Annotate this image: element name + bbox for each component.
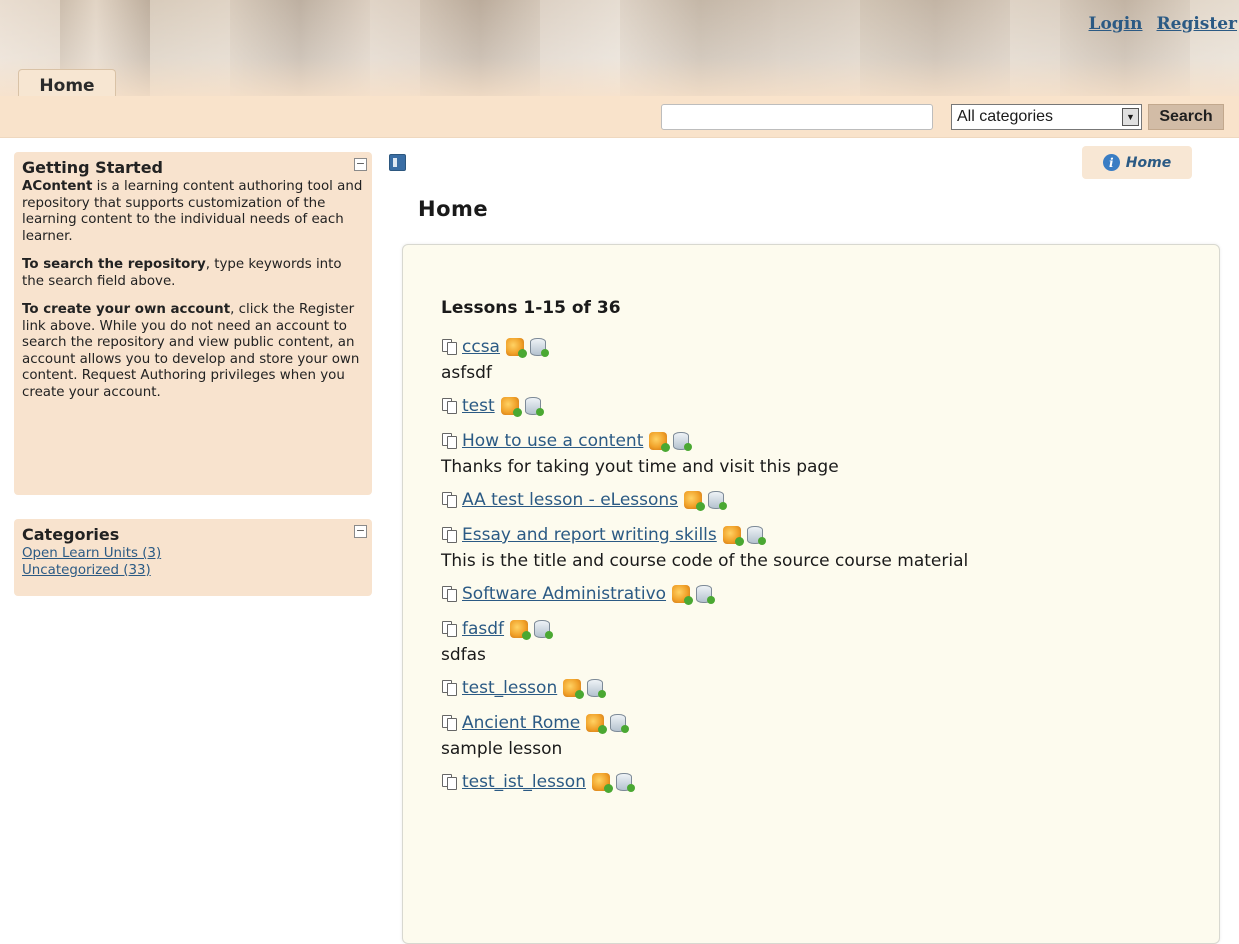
download-package-icon[interactable] (500, 397, 522, 417)
list-item: test_ist_lesson (441, 768, 1201, 796)
copy-icon[interactable] (441, 585, 459, 603)
copy-icon[interactable] (441, 397, 459, 415)
lesson-link[interactable]: AA test lesson - eLessons (462, 490, 678, 510)
export-database-icon[interactable] (587, 679, 607, 698)
download-package-icon[interactable] (563, 679, 585, 699)
lesson-link[interactable]: Essay and report writing skills (462, 525, 717, 545)
lesson-link[interactable]: Software Administrativo (462, 584, 666, 604)
lesson-description: asfsdf (441, 363, 492, 383)
list-item: ccsa asfsdf (441, 333, 1201, 385)
lesson-list: ccsa asfsdf test How to use a content Th… (441, 333, 1201, 796)
copy-icon[interactable] (441, 432, 459, 450)
list-item: Essay and report writing skills This is … (441, 521, 1201, 573)
download-package-icon[interactable] (586, 714, 608, 734)
copy-icon[interactable] (441, 773, 459, 791)
list-item: test (441, 392, 1201, 427)
account-help-paragraph: To create your own account, click the Re… (22, 302, 360, 400)
intro-paragraph: AContent is a learning content authoring… (22, 179, 363, 244)
info-icon: i (1102, 154, 1120, 171)
lessons-count: Lessons 1-15 of 36 (441, 298, 621, 318)
list-item: fasdf sdfas (441, 615, 1201, 667)
export-database-icon[interactable] (534, 620, 554, 639)
export-database-icon[interactable] (746, 526, 766, 545)
list-item: AA test lesson - eLessons (441, 486, 1201, 521)
download-package-icon[interactable] (591, 773, 613, 793)
register-link[interactable]: Register (1157, 14, 1237, 34)
copy-icon[interactable] (441, 338, 459, 356)
category-link[interactable]: Open Learn Units (3) (22, 546, 364, 563)
lesson-description: This is the title and course code of the… (441, 551, 969, 571)
download-package-icon[interactable] (505, 338, 527, 358)
search-input[interactable] (661, 104, 933, 130)
list-item: Ancient Rome sample lesson (441, 709, 1201, 761)
copy-icon[interactable] (441, 526, 459, 544)
download-package-icon[interactable] (684, 491, 706, 511)
copy-icon[interactable] (441, 714, 459, 732)
category-select[interactable]: All categories ▼ (951, 104, 1142, 130)
collapse-icon[interactable]: − (354, 525, 367, 538)
export-database-icon[interactable] (529, 338, 549, 357)
lesson-link[interactable]: How to use a content (462, 431, 643, 451)
header-banner: Login Register Home (0, 0, 1239, 96)
export-database-icon[interactable] (696, 585, 716, 604)
menu-toggle-icon[interactable] (389, 154, 406, 171)
lesson-description: sdfas (441, 645, 486, 665)
export-database-icon[interactable] (708, 491, 728, 510)
lesson-link[interactable]: Ancient Rome (462, 713, 580, 733)
search-help-paragraph: To search the repository, type keywords … (22, 257, 342, 289)
download-package-icon[interactable] (510, 620, 532, 640)
top-links: Login Register (1075, 14, 1237, 34)
export-database-icon[interactable] (524, 397, 544, 416)
category-select-value: All categories (957, 108, 1054, 125)
getting-started-box: Getting Started − AContent is a learning… (14, 152, 372, 495)
copy-icon[interactable] (441, 679, 459, 697)
page-title: Home (418, 197, 489, 221)
category-link[interactable]: Uncategorized (33) (22, 563, 364, 580)
lesson-link[interactable]: test_ist_lesson (462, 772, 586, 792)
copy-icon[interactable] (441, 620, 459, 638)
list-item: How to use a content Thanks for taking y… (441, 427, 1201, 479)
search-bar: All categories ▼ Search (0, 96, 1239, 138)
download-package-icon[interactable] (672, 585, 694, 605)
search-button[interactable]: Search (1148, 104, 1224, 130)
lesson-link[interactable]: fasdf (462, 619, 504, 639)
login-link[interactable]: Login (1089, 14, 1143, 34)
export-database-icon[interactable] (673, 432, 693, 451)
lesson-link[interactable]: ccsa (462, 337, 500, 357)
lesson-description: sample lesson (441, 739, 563, 759)
chevron-down-icon[interactable]: ▼ (1122, 108, 1139, 126)
export-database-icon[interactable] (610, 714, 630, 733)
list-item: Software Administrativo (441, 580, 1201, 615)
copy-icon[interactable] (441, 491, 459, 509)
tab-home[interactable]: Home (18, 69, 116, 96)
lesson-link[interactable]: test_lesson (462, 678, 557, 698)
lesson-link[interactable]: test (462, 396, 495, 416)
lesson-description: Thanks for taking yout time and visit th… (441, 457, 839, 477)
breadcrumb-home[interactable]: Home (1126, 155, 1171, 171)
list-item: test_lesson (441, 674, 1201, 709)
download-package-icon[interactable] (649, 432, 671, 452)
breadcrumb: i Home (1082, 146, 1192, 179)
export-database-icon[interactable] (615, 773, 635, 792)
categories-title: Categories (22, 525, 120, 544)
download-package-icon[interactable] (722, 526, 744, 546)
collapse-icon[interactable]: − (354, 158, 367, 171)
categories-box: Categories − Open Learn Units (3) Uncate… (14, 519, 372, 596)
getting-started-title: Getting Started (22, 158, 163, 177)
